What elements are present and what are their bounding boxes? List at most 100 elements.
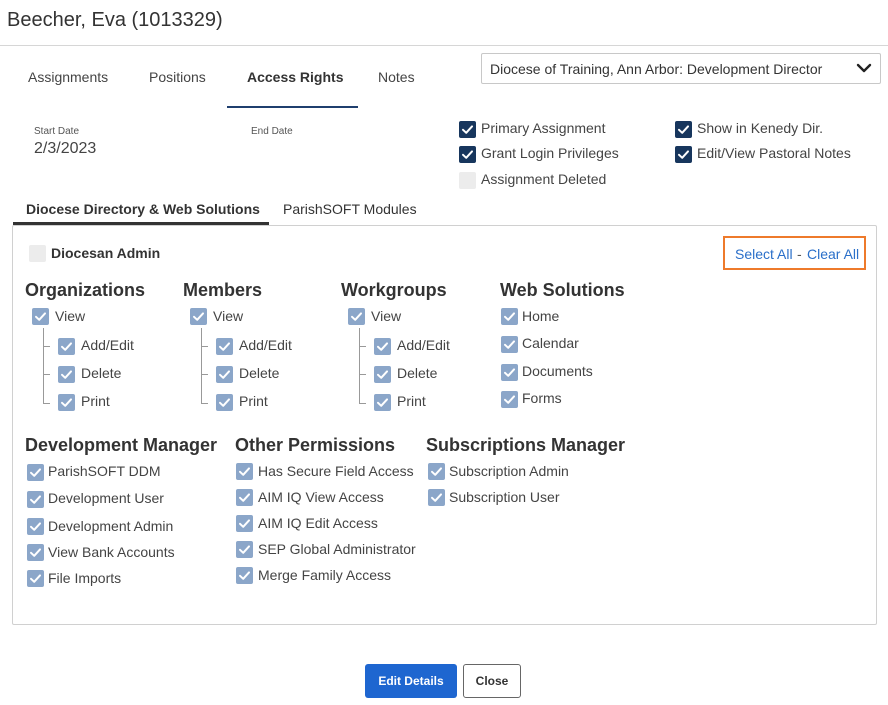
dev-user-checkbox[interactable]: [27, 491, 44, 508]
tree-branch: [43, 403, 50, 404]
start-date-value[interactable]: 2/3/2023: [34, 140, 96, 158]
dev-file-imports-checkbox[interactable]: [27, 570, 44, 587]
members-add-edit-checkbox[interactable]: [216, 338, 233, 355]
web-calendar-label: Calendar: [522, 335, 579, 351]
subscription-user-checkbox[interactable]: [428, 489, 445, 506]
web-calendar-checkbox[interactable]: [501, 336, 518, 353]
members-print-label: Print: [239, 393, 268, 409]
tab-access-rights[interactable]: Access Rights: [247, 69, 343, 85]
workgroups-tree-line: [359, 328, 360, 404]
select-all-link[interactable]: Select All: [735, 246, 793, 262]
aim-iq-view-label: AIM IQ View Access: [258, 489, 384, 505]
org-print-checkbox[interactable]: [58, 394, 75, 411]
org-view-checkbox[interactable]: [32, 308, 49, 325]
assignment-deleted-checkbox[interactable]: [459, 172, 476, 189]
aim-iq-edit-label: AIM IQ Edit Access: [258, 515, 378, 531]
close-button[interactable]: Close: [463, 664, 521, 698]
workgroups-add-edit-label: Add/Edit: [397, 337, 450, 353]
members-view-label: View: [213, 308, 244, 324]
workgroups-add-edit-checkbox[interactable]: [374, 338, 391, 355]
workgroups-delete-label: Delete: [397, 365, 438, 381]
org-add-edit-checkbox[interactable]: [58, 338, 75, 355]
edit-details-button[interactable]: Edit Details: [365, 664, 457, 698]
secure-field-label: Has Secure Field Access: [258, 463, 414, 479]
subscription-admin-checkbox[interactable]: [428, 463, 445, 480]
org-add-edit-label: Add/Edit: [81, 337, 134, 353]
development-manager-heading: Development Manager: [25, 435, 218, 455]
web-forms-label: Forms: [522, 390, 562, 406]
secure-field-checkbox[interactable]: [236, 463, 253, 480]
web-solutions-heading: Web Solutions: [500, 280, 625, 300]
dev-admin-checkbox[interactable]: [27, 518, 44, 535]
sep-global-admin-label: SEP Global Administrator: [258, 541, 416, 557]
diocesan-admin-label: Diocesan Admin: [51, 245, 161, 261]
tab-notes[interactable]: Notes: [378, 69, 415, 85]
workgroups-print-checkbox[interactable]: [374, 394, 391, 411]
merge-family-label: Merge Family Access: [258, 567, 392, 583]
title-divider: [0, 45, 888, 46]
members-print-checkbox[interactable]: [216, 394, 233, 411]
tree-branch: [201, 403, 208, 404]
dev-user-label: Development User: [48, 490, 164, 506]
organizations-heading: Organizations: [25, 280, 146, 300]
show-kenedy-checkbox[interactable]: [675, 121, 692, 138]
end-date-label: End Date: [251, 126, 293, 137]
members-delete-checkbox[interactable]: [216, 366, 233, 383]
tree-branch: [359, 346, 366, 347]
tree-branch: [359, 374, 366, 375]
clear-all-link[interactable]: Clear All: [807, 246, 859, 262]
tree-branch: [43, 374, 50, 375]
subscriptions-manager-heading: Subscriptions Manager: [426, 435, 626, 455]
workgroups-delete-checkbox[interactable]: [374, 366, 391, 383]
dev-bank-accounts-checkbox[interactable]: [27, 544, 44, 561]
merge-family-checkbox[interactable]: [236, 567, 253, 584]
org-delete-label: Delete: [81, 365, 122, 381]
sep-global-admin-checkbox[interactable]: [236, 541, 253, 558]
members-tree-line: [201, 328, 202, 404]
assignment-select[interactable]: Diocese of Training, Ann Arbor: Developm…: [481, 53, 881, 84]
select-all-clear-all: Select All - Clear All: [723, 236, 866, 270]
assignment-deleted-label: Assignment Deleted: [481, 171, 607, 187]
grant-login-label: Grant Login Privileges: [481, 145, 619, 161]
chevron-down-icon: [856, 63, 872, 73]
tree-branch: [43, 346, 50, 347]
pastoral-notes-checkbox[interactable]: [675, 146, 692, 163]
workgroups-view-checkbox[interactable]: [348, 308, 365, 325]
members-view-checkbox[interactable]: [190, 308, 207, 325]
organizations-tree-line: [43, 328, 44, 404]
subscription-admin-label: Subscription Admin: [449, 463, 569, 479]
org-view-label: View: [55, 308, 86, 324]
subtab-parishsoft-modules[interactable]: ParishSOFT Modules: [283, 201, 417, 217]
pastoral-notes-label: Edit/View Pastoral Notes: [697, 145, 851, 161]
web-home-checkbox[interactable]: [501, 308, 518, 325]
tree-branch: [201, 374, 208, 375]
assignment-select-value: Diocese of Training, Ann Arbor: Developm…: [490, 61, 823, 77]
web-forms-checkbox[interactable]: [501, 391, 518, 408]
org-delete-checkbox[interactable]: [58, 366, 75, 383]
dev-ddm-label: ParishSOFT DDM: [48, 463, 161, 479]
primary-assignment-label: Primary Assignment: [481, 120, 606, 136]
start-date-label: Start Date: [34, 126, 80, 137]
tab-positions[interactable]: Positions: [149, 69, 206, 85]
web-documents-label: Documents: [522, 363, 593, 379]
members-delete-label: Delete: [239, 365, 280, 381]
members-heading: Members: [183, 280, 263, 300]
aim-iq-edit-checkbox[interactable]: [236, 515, 253, 532]
subtab-diocese-directory[interactable]: Diocese Directory & Web Solutions: [26, 201, 260, 217]
primary-assignment-checkbox[interactable]: [459, 121, 476, 138]
web-home-label: Home: [522, 308, 560, 324]
dev-admin-label: Development Admin: [48, 518, 174, 534]
grant-login-checkbox[interactable]: [459, 146, 476, 163]
diocesan-admin-checkbox[interactable]: [29, 245, 46, 262]
workgroups-heading: Workgroups: [341, 280, 447, 300]
dev-ddm-checkbox[interactable]: [27, 464, 44, 481]
tab-assignments[interactable]: Assignments: [28, 69, 108, 85]
workgroups-view-label: View: [371, 308, 402, 324]
web-documents-checkbox[interactable]: [501, 364, 518, 381]
link-separator: -: [797, 246, 802, 262]
org-print-label: Print: [81, 393, 110, 409]
aim-iq-view-checkbox[interactable]: [236, 489, 253, 506]
active-tab-indicator: [227, 106, 358, 108]
workgroups-print-label: Print: [397, 393, 426, 409]
dev-bank-accounts-label: View Bank Accounts: [48, 544, 175, 560]
